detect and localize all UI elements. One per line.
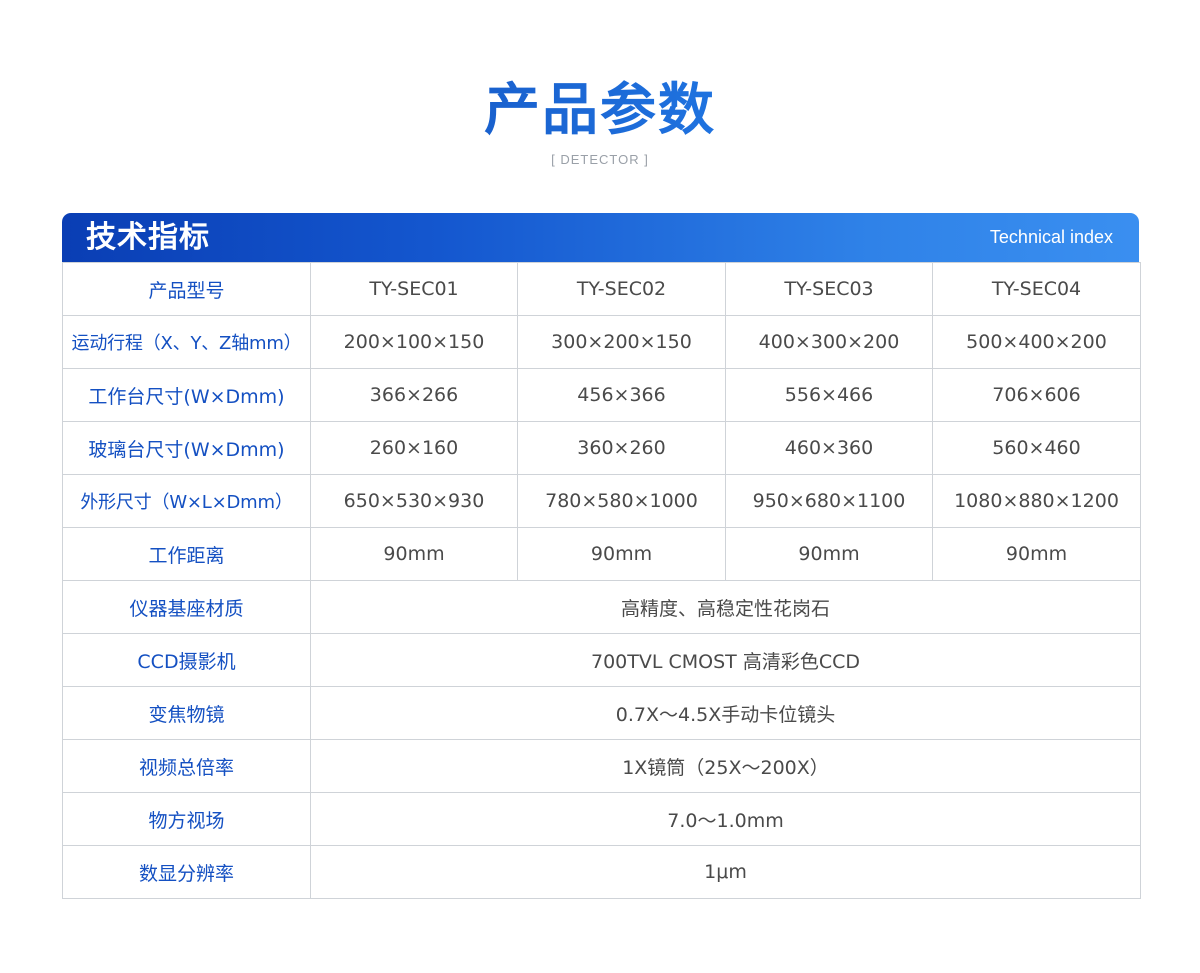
spec-table: 产品型号 TY-SEC01 TY-SEC02 TY-SEC03 TY-SEC04…: [62, 262, 1141, 899]
section-subtitle: Technical index: [989, 227, 1113, 247]
table-cell: 90mm: [932, 527, 1141, 581]
table-cell-merged: 1X镜筒（25X～200X）: [310, 739, 1141, 793]
row-label: 运动行程（X、Y、Z轴mm）: [62, 315, 311, 369]
row-label: 外形尺寸（W×L×Dmm）: [62, 474, 311, 528]
table-row: 数显分辨率 1μm: [62, 845, 1141, 899]
table-row: 物方视场 7.0～1.0mm: [62, 792, 1141, 846]
table-cell: 300×200×150: [517, 315, 726, 369]
table-cell: 260×160: [310, 421, 518, 475]
table-cell: 706×606: [932, 368, 1141, 422]
table-cell: 200×100×150: [310, 315, 518, 369]
table-cell: 556×466: [725, 368, 933, 422]
table-cell: 460×360: [725, 421, 933, 475]
table-cell: 560×460: [932, 421, 1141, 475]
row-label: 数显分辨率: [62, 845, 311, 899]
table-cell: 366×266: [310, 368, 518, 422]
table-cell-merged: 0.7X～4.5X手动卡位镜头: [310, 686, 1141, 740]
row-label: 工作距离: [62, 527, 311, 581]
table-row: 运动行程（X、Y、Z轴mm） 200×100×150 300×200×150 4…: [62, 315, 1141, 369]
table-cell: 456×366: [517, 368, 726, 422]
table-row: 视频总倍率 1X镜筒（25X～200X）: [62, 739, 1141, 793]
section-header-band: 技术指标 Technical index: [62, 213, 1139, 262]
row-label: 产品型号: [62, 262, 311, 316]
table-cell-merged: 高精度、高稳定性花岗石: [310, 580, 1141, 634]
row-label: 工作台尺寸(W×Dmm): [62, 368, 311, 422]
table-row: CCD摄影机 700TVL CMOST 高清彩色CCD: [62, 633, 1141, 687]
table-cell-merged: 700TVL CMOST 高清彩色CCD: [310, 633, 1141, 687]
table-cell: 90mm: [310, 527, 518, 581]
table-cell: 500×400×200: [932, 315, 1141, 369]
model-cell: TY-SEC04: [932, 262, 1141, 316]
table-cell: 1080×880×1200: [932, 474, 1141, 528]
table-cell: 90mm: [725, 527, 933, 581]
table-cell: 360×260: [517, 421, 726, 475]
table-row: 外形尺寸（W×L×Dmm） 650×530×930 780×580×1000 9…: [62, 474, 1141, 528]
table-cell-merged: 7.0～1.0mm: [310, 792, 1141, 846]
table-row: 玻璃台尺寸(W×Dmm) 260×160 360×260 460×360 560…: [62, 421, 1141, 475]
table-cell-merged: 1μm: [310, 845, 1141, 899]
row-label: CCD摄影机: [62, 633, 311, 687]
table-cell: 950×680×1100: [725, 474, 933, 528]
row-label: 物方视场: [62, 792, 311, 846]
table-cell: 650×530×930: [310, 474, 518, 528]
table-row: 工作台尺寸(W×Dmm) 366×266 456×366 556×466 706…: [62, 368, 1141, 422]
section-title: 技术指标: [86, 220, 210, 255]
row-label: 变焦物镜: [62, 686, 311, 740]
row-label: 仪器基座材质: [62, 580, 311, 634]
table-cell: 90mm: [517, 527, 726, 581]
model-cell: TY-SEC03: [725, 262, 933, 316]
row-label: 玻璃台尺寸(W×Dmm): [62, 421, 311, 475]
table-row: 变焦物镜 0.7X～4.5X手动卡位镜头: [62, 686, 1141, 740]
row-label: 视频总倍率: [62, 739, 311, 793]
table-row: 仪器基座材质 高精度、高稳定性花岗石: [62, 580, 1141, 634]
model-cell: TY-SEC01: [310, 262, 518, 316]
page-subtitle: [ DETECTOR ]: [551, 152, 649, 167]
table-cell: 400×300×200: [725, 315, 933, 369]
page-title: 产品参数: [0, 70, 1200, 150]
table-row: 工作距离 90mm 90mm 90mm 90mm: [62, 527, 1141, 581]
model-cell: TY-SEC02: [517, 262, 726, 316]
table-cell: 780×580×1000: [517, 474, 726, 528]
table-row-model: 产品型号 TY-SEC01 TY-SEC02 TY-SEC03 TY-SEC04: [62, 262, 1141, 316]
